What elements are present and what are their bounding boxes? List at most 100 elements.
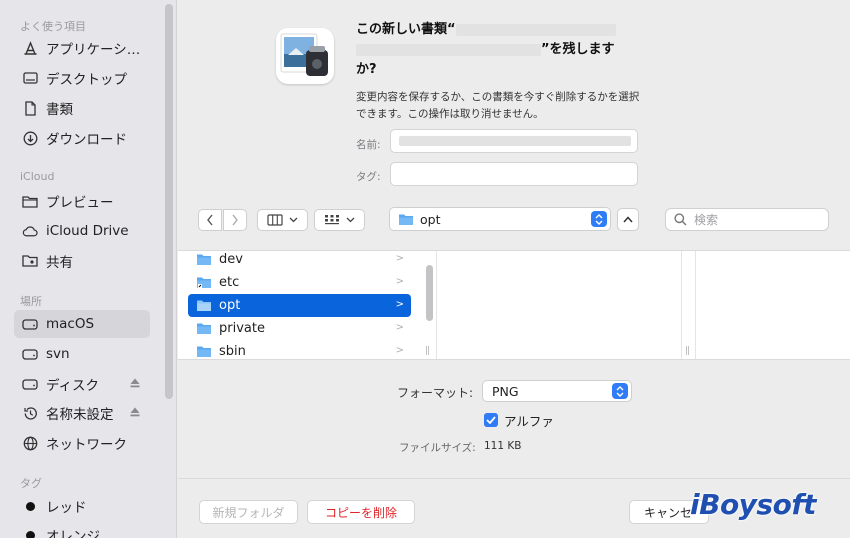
- redacted-filename: [356, 43, 541, 56]
- search-placeholder: 検索: [694, 213, 719, 227]
- tag-dot-icon: [22, 498, 38, 514]
- folder-icon: [197, 346, 211, 357]
- save-dialog: この新しい書類“ ”を残します か? 変更内容を保存するか、この書類を今すぐ削除…: [178, 0, 850, 538]
- sidebar-item-tag-orange[interactable]: オレンジ: [14, 521, 150, 538]
- applications-icon: [22, 40, 38, 56]
- sidebar-item-disk[interactable]: ディスク: [14, 370, 150, 398]
- sidebar-item-label: 書類: [46, 102, 73, 118]
- sidebar-item-icloud-drive[interactable]: iCloud Drive: [14, 217, 150, 245]
- sidebar-item-downloads[interactable]: ダウンロード: [14, 124, 150, 152]
- chevron-right-icon: >: [395, 253, 404, 264]
- file-name: dev: [219, 252, 243, 267]
- new-folder-button[interactable]: 新規フォルダ: [199, 500, 298, 524]
- disk-icon: [22, 346, 38, 362]
- columns-view-icon: [267, 214, 283, 226]
- tag-input[interactable]: [391, 163, 637, 185]
- sidebar-item-documents[interactable]: 書類: [14, 94, 150, 122]
- group-button[interactable]: [314, 209, 365, 231]
- dialog-title-line1: この新しい書類“: [356, 22, 456, 37]
- filesize-label: ファイルサイズ:: [399, 442, 476, 454]
- sidebar-item-label: 名称未設定: [46, 407, 114, 423]
- sidebar-section-locations: 場所: [20, 295, 42, 308]
- tag-field[interactable]: [390, 162, 638, 186]
- search-icon: [674, 213, 687, 226]
- location-popup[interactable]: opt: [389, 207, 611, 231]
- column-resize-handle[interactable]: ||: [425, 346, 430, 356]
- column-resize-handle[interactable]: ||: [685, 346, 690, 356]
- filesize-value: 111 KB: [484, 440, 522, 452]
- disk-icon: [22, 316, 38, 332]
- column-divider[interactable]: [681, 251, 682, 359]
- desktop-icon: [22, 70, 38, 86]
- dialog-title-line3: か?: [356, 62, 377, 77]
- eject-icon[interactable]: [129, 406, 141, 418]
- browser-scrollbar[interactable]: [426, 265, 433, 321]
- sidebar-item-shared[interactable]: 共有: [14, 247, 150, 275]
- list-item[interactable]: opt >: [188, 294, 411, 317]
- chevron-right-icon: >: [395, 276, 404, 287]
- forward-button[interactable]: [223, 209, 247, 231]
- sidebar-item-preview[interactable]: プレビュー: [14, 187, 150, 215]
- sidebar: よく使う項目 アプリケーシ… デスクトップ 書類 ダウンロード iCloud プ…: [0, 0, 177, 538]
- sidebar-item-svn[interactable]: svn: [14, 340, 150, 368]
- eject-icon[interactable]: [129, 377, 141, 389]
- sidebar-section-tags: タグ: [20, 477, 42, 490]
- sidebar-scrollbar[interactable]: [165, 4, 173, 399]
- format-value: PNG: [492, 383, 519, 399]
- tag-dot-icon: [22, 527, 38, 538]
- sidebar-item-label: svn: [46, 346, 70, 362]
- sidebar-item-macos[interactable]: macOS: [14, 310, 150, 338]
- file-browser: dev > etc > opt > private > sbin > || ||: [178, 250, 850, 360]
- sidebar-item-desktop[interactable]: デスクトップ: [14, 64, 150, 92]
- updown-icon: [591, 211, 607, 227]
- preview-app-icon: [276, 28, 334, 84]
- view-columns-button[interactable]: [257, 209, 308, 231]
- sidebar-item-label: ダウンロード: [46, 132, 127, 148]
- sidebar-item-applications[interactable]: アプリケーシ…: [14, 34, 150, 62]
- cloud-icon: [22, 223, 38, 239]
- sidebar-item-label: macOS: [46, 316, 95, 332]
- dialog-title: この新しい書類“ ”を残します か?: [356, 20, 646, 80]
- chevron-right-icon: [232, 214, 238, 226]
- shared-folder-icon: [22, 253, 38, 269]
- alpha-label: アルファ: [504, 414, 554, 429]
- sidebar-section-favorites: よく使う項目: [20, 20, 86, 33]
- sidebar-item-label: レッド: [46, 500, 87, 516]
- column-divider[interactable]: [436, 251, 437, 359]
- file-name: etc: [219, 275, 240, 290]
- grid-icon: [325, 215, 339, 225]
- chevron-right-icon: >: [395, 322, 404, 333]
- search-input[interactable]: 検索: [665, 208, 829, 231]
- list-item[interactable]: etc >: [188, 271, 411, 294]
- sidebar-item-network[interactable]: ネットワーク: [14, 429, 150, 457]
- folder-icon: [197, 300, 211, 311]
- sidebar-item-label: 共有: [46, 255, 73, 271]
- file-name: private: [219, 321, 265, 336]
- watermark-logo: iBoysoft: [690, 488, 816, 521]
- format-select[interactable]: PNG: [482, 380, 632, 402]
- name-field[interactable]: [390, 129, 638, 153]
- list-item[interactable]: dev >: [188, 251, 411, 271]
- list-item[interactable]: private >: [188, 317, 411, 340]
- back-button[interactable]: [198, 209, 222, 231]
- dialog-description: 変更内容を保存するか、この書類を今すぐ削除するかを選択できます。この操作は取り消…: [356, 91, 640, 120]
- sidebar-item-label: ディスク: [46, 378, 100, 394]
- sidebar-item-untitled[interactable]: 名称未設定: [14, 399, 150, 427]
- download-icon: [22, 130, 38, 146]
- column-divider[interactable]: [695, 251, 696, 359]
- updown-icon: [612, 383, 628, 399]
- format-label: フォーマット:: [397, 386, 474, 400]
- sidebar-item-label: デスクトップ: [46, 72, 127, 88]
- history-icon: [22, 405, 38, 421]
- sidebar-item-label: オレンジ: [46, 529, 100, 538]
- collapse-button[interactable]: [617, 208, 639, 231]
- chevron-up-icon: [623, 216, 633, 223]
- sidebar-item-tag-red[interactable]: レッド: [14, 492, 150, 520]
- sidebar-item-label: ネットワーク: [46, 437, 127, 453]
- alpha-checkbox[interactable]: [484, 413, 498, 427]
- folder-icon: [197, 323, 211, 334]
- sidebar-item-label: プレビュー: [46, 195, 114, 211]
- sidebar-item-label: iCloud Drive: [46, 223, 129, 239]
- delete-copy-button[interactable]: コピーを削除: [307, 500, 415, 524]
- list-item[interactable]: sbin >: [188, 340, 411, 359]
